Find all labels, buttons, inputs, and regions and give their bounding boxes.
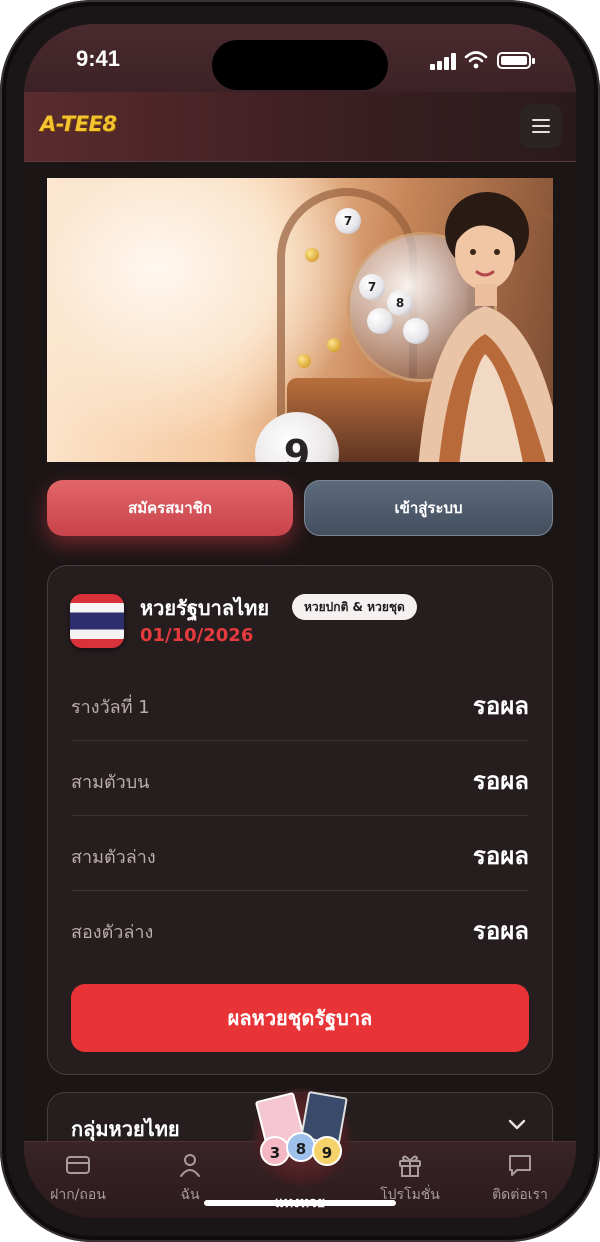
lottery-icon[interactable]: 3 8 9: [250, 1086, 354, 1186]
thailand-flag-icon: [70, 594, 124, 648]
result-row-three-bottom: สามตัวล่าง รอผล: [71, 816, 529, 891]
lotto-ball: 3: [260, 1136, 290, 1166]
nav-item-profile[interactable]: ฉัน: [140, 1152, 240, 1206]
thai-lottery-card: หวยรัฐบาลไทย หวยปกติ & หวยชุด 01/10/2026…: [47, 565, 553, 1075]
status-bar: 9:41: [24, 24, 576, 94]
result-value: รอผล: [472, 692, 529, 720]
hamburger-icon: [532, 119, 550, 133]
chat-icon: [509, 1155, 531, 1176]
gold-coin: [327, 338, 341, 352]
result-label: รางวัลที่ 1: [71, 697, 150, 718]
login-button[interactable]: เข้าสู่ระบบ: [304, 480, 553, 536]
gift-icon: [399, 1155, 421, 1177]
home-indicator[interactable]: [204, 1200, 396, 1206]
battery-icon: [497, 52, 535, 69]
dynamic-island: [212, 40, 388, 90]
lottery-result-button[interactable]: ผลหวยชุดรัฐบาล: [71, 984, 529, 1052]
nav-item-contact[interactable]: ติดต่อเรา: [470, 1152, 570, 1206]
result-row-three-top: สามตัวบน รอผล: [71, 741, 529, 816]
gold-coin: [297, 354, 311, 368]
result-value: รอผล: [472, 767, 529, 795]
wifi-icon: [464, 51, 488, 69]
result-row-first-prize: รางวัลที่ 1 รอผล: [71, 666, 529, 741]
register-button[interactable]: สมัครสมาชิก: [47, 480, 293, 536]
lottery-title: หวยรัฐบาลไทย: [140, 596, 270, 620]
nav-item-deposit-withdraw[interactable]: ฝาก/ถอน: [28, 1152, 128, 1206]
draw-date: 01/10/2026: [140, 625, 254, 646]
brand-logo[interactable]: A-TEE8: [40, 112, 117, 136]
lotto-ball: 9: [312, 1136, 342, 1166]
result-row-two-bottom: สองตัวล่าง รอผล: [71, 891, 529, 966]
lottery-ball: 7: [335, 208, 361, 234]
chevron-down-icon[interactable]: [508, 1119, 526, 1131]
card-icon: [66, 1156, 90, 1174]
app-screen: 9:41 A-TEE8 7 8 7 9 สมัครสมาชิก เข้าสู่ร…: [24, 24, 576, 1218]
banner-model-illustration: [418, 192, 553, 462]
nav-item-promotion[interactable]: โปรโมชั่น: [360, 1152, 460, 1206]
cellular-signal-icon: [430, 52, 458, 70]
result-label: สองตัวล่าง: [71, 922, 154, 943]
result-label: สามตัวล่าง: [71, 847, 156, 868]
status-time: 9:41: [76, 46, 121, 71]
user-icon: [180, 1154, 200, 1177]
lottery-type-badge: หวยปกติ & หวยชุด: [292, 594, 417, 620]
result-label: สามตัวบน: [71, 772, 150, 793]
result-value: รอผล: [472, 842, 529, 870]
hero-banner[interactable]: 7 8 7 9: [47, 178, 553, 462]
result-value: รอผล: [472, 917, 529, 945]
nav-label: ติดต่อเรา: [492, 1187, 548, 1203]
phone-frame: 9:41 A-TEE8 7 8 7 9 สมัครสมาชิก เข้าสู่ร…: [0, 0, 600, 1242]
app-header: A-TEE8: [24, 92, 576, 162]
nav-label: ฝาก/ถอน: [50, 1187, 106, 1203]
gold-coin: [305, 248, 319, 262]
menu-button[interactable]: [520, 104, 562, 148]
